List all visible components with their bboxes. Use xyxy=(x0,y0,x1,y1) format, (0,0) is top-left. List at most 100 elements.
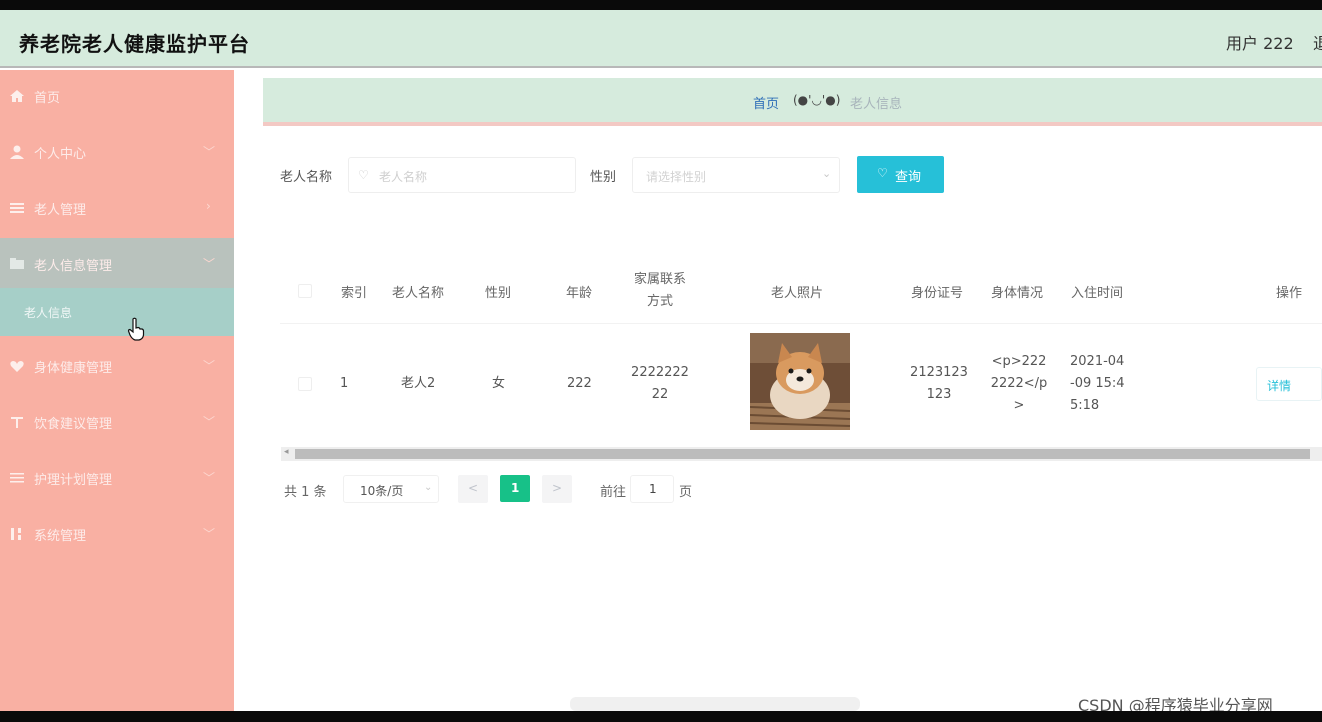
prev-page-icon: < xyxy=(468,481,479,495)
gender-select-placeholder: 请选择性别 xyxy=(646,170,707,184)
doc-icon xyxy=(10,473,24,483)
hand-cursor-icon xyxy=(127,317,145,341)
current-user-label[interactable]: 用户 222 xyxy=(1226,30,1294,54)
cell-health-line1: <p>222 xyxy=(991,354,1047,369)
cell-health: <p>222 2222</p > xyxy=(990,351,1048,417)
sidebar-item-label: 老人管理 xyxy=(34,203,87,218)
cell-checkin-line1: 2021-04 xyxy=(1070,354,1125,369)
video-frame-top-bar xyxy=(0,0,1322,10)
elder-photo xyxy=(750,333,850,430)
column-header-id-card: 身份证号 xyxy=(911,286,964,301)
column-header-photo: 老人照片 xyxy=(771,286,824,301)
column-header-name: 老人名称 xyxy=(392,286,445,301)
column-header-checkin: 入住时间 xyxy=(1071,286,1124,301)
sidebar-item-profile[interactable]: 个人中心 ﹀ xyxy=(0,126,234,178)
app-title: 养老院老人健康监护平台 xyxy=(19,32,250,56)
scroll-left-icon[interactable]: ◂ xyxy=(284,447,289,457)
sidebar-item-label: 护理计划管理 xyxy=(34,473,113,488)
column-header-phone-line2: 方式 xyxy=(646,294,673,309)
table-header-divider xyxy=(280,323,1322,324)
breadcrumb-home-link[interactable]: 首页 xyxy=(753,93,779,112)
column-header-phone-line1: 家属联系 xyxy=(633,272,686,287)
breadcrumb-emoticon: (●'◡'●) xyxy=(793,93,841,107)
cell-phone: 2222222 22 xyxy=(630,362,690,406)
logout-link[interactable]: 退出登录 xyxy=(1313,30,1322,54)
search-icon: ♡ xyxy=(877,166,888,180)
cell-id-line1: 2123123 xyxy=(910,365,968,380)
column-header-gender: 性别 xyxy=(485,286,512,301)
folder-icon xyxy=(10,258,24,269)
cell-checkin-line2: -09 15:4 xyxy=(1070,376,1125,391)
heart-icon xyxy=(10,361,24,372)
dog-photo-image xyxy=(750,333,850,430)
cell-health-line3: > xyxy=(1013,398,1025,413)
column-header-phone: 家属联系 方式 xyxy=(631,269,689,313)
settings-icon xyxy=(11,528,21,540)
query-button-label: 查询 xyxy=(895,170,922,185)
page-size-label: 10条/页 xyxy=(360,484,404,498)
breadcrumb: 首页 (●'◡'●) 老人信息 xyxy=(263,78,1322,126)
chevron-up-icon: ﹀ xyxy=(203,257,216,271)
sidebar-item-elder-info-manage[interactable]: 老人信息管理 ﹀ xyxy=(0,238,234,290)
video-frame-bottom-bar xyxy=(0,711,1322,722)
main-panel xyxy=(263,136,1322,521)
next-page-button[interactable]: > xyxy=(542,475,572,503)
food-icon xyxy=(11,417,23,428)
sidebar-item-nursing[interactable]: 护理计划管理 ﹀ xyxy=(0,452,234,504)
sidebar-item-home[interactable]: 首页 xyxy=(0,70,234,122)
cell-id-card: 2123123 123 xyxy=(910,362,968,406)
prev-page-button[interactable]: < xyxy=(458,475,488,503)
scrollbar-thumb[interactable] xyxy=(295,449,1310,459)
cell-name: 老人2 xyxy=(401,376,436,391)
goto-page-input[interactable]: 1 xyxy=(630,475,674,503)
top-header: 养老院老人健康监护平台 用户 222 退出登录 xyxy=(0,10,1322,68)
column-header-index: 索引 xyxy=(341,286,368,301)
cell-checkin: 2021-04 -09 15:4 5:18 xyxy=(1070,351,1130,417)
gender-select[interactable]: 请选择性别 ⌄ xyxy=(632,157,840,193)
goto-label: 前往 xyxy=(600,485,627,500)
chevron-down-icon: ⌄ xyxy=(424,482,433,493)
sidebar-item-label: 系统管理 xyxy=(34,529,87,544)
sidebar-item-label: 饮食建议管理 xyxy=(34,417,113,432)
cell-checkin-line3: 5:18 xyxy=(1070,398,1100,413)
sidebar-item-elder-manage[interactable]: 老人管理 › xyxy=(0,182,234,234)
cell-phone-line2: 22 xyxy=(651,387,669,402)
home-icon xyxy=(10,90,24,102)
page-size-select[interactable]: 10条/页 ⌄ xyxy=(343,475,439,503)
sidebar-subitem-elder-info[interactable]: 老人信息 xyxy=(0,288,234,336)
sidebar-item-label: 个人中心 xyxy=(34,147,87,162)
pagination-total: 共 1 条 xyxy=(284,485,327,500)
sidebar-item-system[interactable]: 系统管理 ﹀ xyxy=(0,508,234,560)
detail-button-label: 详情 xyxy=(1267,379,1292,393)
sidebar-item-label: 老人信息管理 xyxy=(34,259,113,274)
page-suffix-label: 页 xyxy=(679,485,693,500)
breadcrumb-current: 老人信息 xyxy=(850,97,903,112)
select-all-checkbox[interactable] xyxy=(298,284,312,298)
row-checkbox[interactable] xyxy=(298,377,312,391)
sidebar-item-health[interactable]: 身体健康管理 ﹀ xyxy=(0,340,234,392)
cell-index: 1 xyxy=(340,376,349,391)
name-search-placeholder: 老人名称 xyxy=(379,170,428,184)
chevron-down-icon: ﹀ xyxy=(203,415,216,429)
column-header-age: 年龄 xyxy=(566,286,593,301)
name-search-input[interactable]: ♡ 老人名称 xyxy=(348,157,576,193)
chevron-down-icon: ﹀ xyxy=(203,145,216,159)
page-number-label: 1 xyxy=(511,481,520,495)
chevron-down-icon: ﹀ xyxy=(203,471,216,485)
chat-bubble-icon: ♡ xyxy=(358,168,369,182)
detail-button[interactable]: 详情 xyxy=(1256,367,1322,401)
page-number-button[interactable]: 1 xyxy=(500,475,530,502)
sidebar-item-diet[interactable]: 饮食建议管理 ﹀ xyxy=(0,396,234,448)
chevron-down-icon: ⌄ xyxy=(822,167,832,180)
user-icon xyxy=(10,145,24,159)
chevron-right-icon: › xyxy=(206,199,211,213)
query-button[interactable]: ♡ 查询 xyxy=(857,156,944,193)
next-page-icon: > xyxy=(552,481,563,495)
cell-gender: 女 xyxy=(492,376,506,391)
gender-label: 性别 xyxy=(590,170,617,185)
goto-page-value: 1 xyxy=(649,482,657,496)
faded-overlay-text xyxy=(570,697,860,711)
chevron-down-icon: ﹀ xyxy=(203,527,216,541)
table-horizontal-scrollbar[interactable]: ◂ xyxy=(281,447,1322,461)
name-search-label: 老人名称 xyxy=(280,170,333,185)
